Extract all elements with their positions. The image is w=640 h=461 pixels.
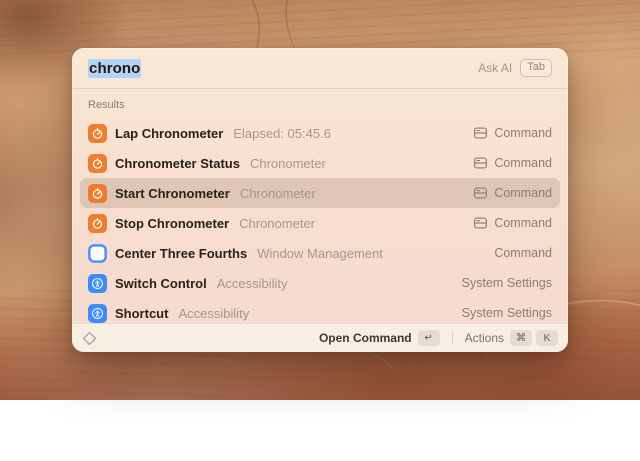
result-subtitle: Accessibility	[178, 306, 249, 321]
result-subtitle: Chronometer	[250, 156, 326, 171]
result-row[interactable]: Stop Chronometer Chronometer Command	[80, 208, 560, 238]
command-type-icon	[473, 186, 488, 200]
result-subtitle: Accessibility	[217, 276, 288, 291]
footer-divider	[452, 332, 453, 344]
result-title: Shortcut	[115, 306, 168, 321]
footer-bar: Open Command ↵ Actions ⌘ K	[72, 323, 568, 352]
result-title: Start Chronometer	[115, 186, 230, 201]
result-accessory-label: Command	[494, 186, 552, 200]
chronometer-icon	[88, 214, 107, 233]
return-key-icon: ↵	[418, 330, 440, 346]
result-row[interactable]: Chronometer Status Chronometer Command	[80, 148, 560, 178]
result-accessory: System Settings	[462, 306, 552, 320]
open-command-label: Open Command	[319, 331, 412, 345]
search-input[interactable]: chrono	[88, 60, 141, 77]
results-list: Results Lap Chronometer Elapsed: 05:45.6 C…	[72, 89, 568, 323]
command-type-icon	[473, 216, 488, 230]
command-type-icon	[473, 156, 488, 170]
result-title: Center Three Fourths	[115, 246, 247, 261]
result-accessory: Command	[473, 126, 552, 140]
command-key-icon: ⌘	[510, 330, 532, 346]
actions-button[interactable]: Actions ⌘ K	[465, 330, 558, 346]
result-row[interactable]: Switch Control Accessibility System Settin…	[80, 268, 560, 298]
result-accessory-label: System Settings	[462, 276, 552, 290]
result-title: Switch Control	[115, 276, 207, 291]
result-accessory: Command	[473, 186, 552, 200]
search-selected-text: chrono	[88, 59, 141, 78]
result-subtitle: Elapsed: 05:45.6	[233, 126, 331, 141]
accessibility-icon	[88, 274, 107, 293]
result-row[interactable]: Start Chronometer Chronometer Command	[80, 178, 560, 208]
result-title: Stop Chronometer	[115, 216, 229, 231]
raycast-logo-icon[interactable]	[82, 331, 97, 346]
chronometer-icon	[88, 124, 107, 143]
result-accessory: Command	[473, 156, 552, 170]
actions-label: Actions	[465, 331, 504, 345]
result-title: Lap Chronometer	[115, 126, 223, 141]
chronometer-icon	[88, 154, 107, 173]
open-command-button[interactable]: Open Command ↵	[319, 330, 440, 346]
result-subtitle: Window Management	[257, 246, 383, 261]
result-accessory-label: Command	[494, 216, 552, 230]
result-row[interactable]: Shortcut Accessibility System Settings	[80, 298, 560, 323]
result-accessory: Command	[473, 216, 552, 230]
results-section-label: Results	[80, 95, 560, 118]
result-subtitle: Chronometer	[239, 216, 315, 231]
command-type-icon	[473, 126, 488, 140]
result-title: Chronometer Status	[115, 156, 240, 171]
result-accessory-label: Command	[494, 156, 552, 170]
accessibility-icon	[88, 304, 107, 323]
k-key-icon: K	[536, 330, 558, 346]
result-accessory-label: System Settings	[462, 306, 552, 320]
tab-key-badge[interactable]: Tab	[520, 59, 552, 77]
result-subtitle: Chronometer	[240, 186, 316, 201]
result-accessory-label: Command	[494, 126, 552, 140]
result-row[interactable]: Center Three Fourths Window Management Com…	[80, 238, 560, 268]
result-row[interactable]: Lap Chronometer Elapsed: 05:45.6 Command	[80, 118, 560, 148]
result-accessory: System Settings	[462, 276, 552, 290]
search-bar: chrono Ask AI Tab	[72, 48, 568, 89]
raycast-launcher-window: chrono Ask AI Tab Results Lap Chronomete…	[72, 48, 568, 352]
chronometer-icon	[88, 184, 107, 203]
result-accessory: Command	[494, 246, 552, 260]
result-accessory-label: Command	[494, 246, 552, 260]
results-rows: Lap ChronometerElapsed: 05:45.6CommandCh…	[80, 118, 560, 323]
ask-ai-label: Ask AI	[478, 61, 512, 75]
window-icon	[88, 244, 107, 263]
